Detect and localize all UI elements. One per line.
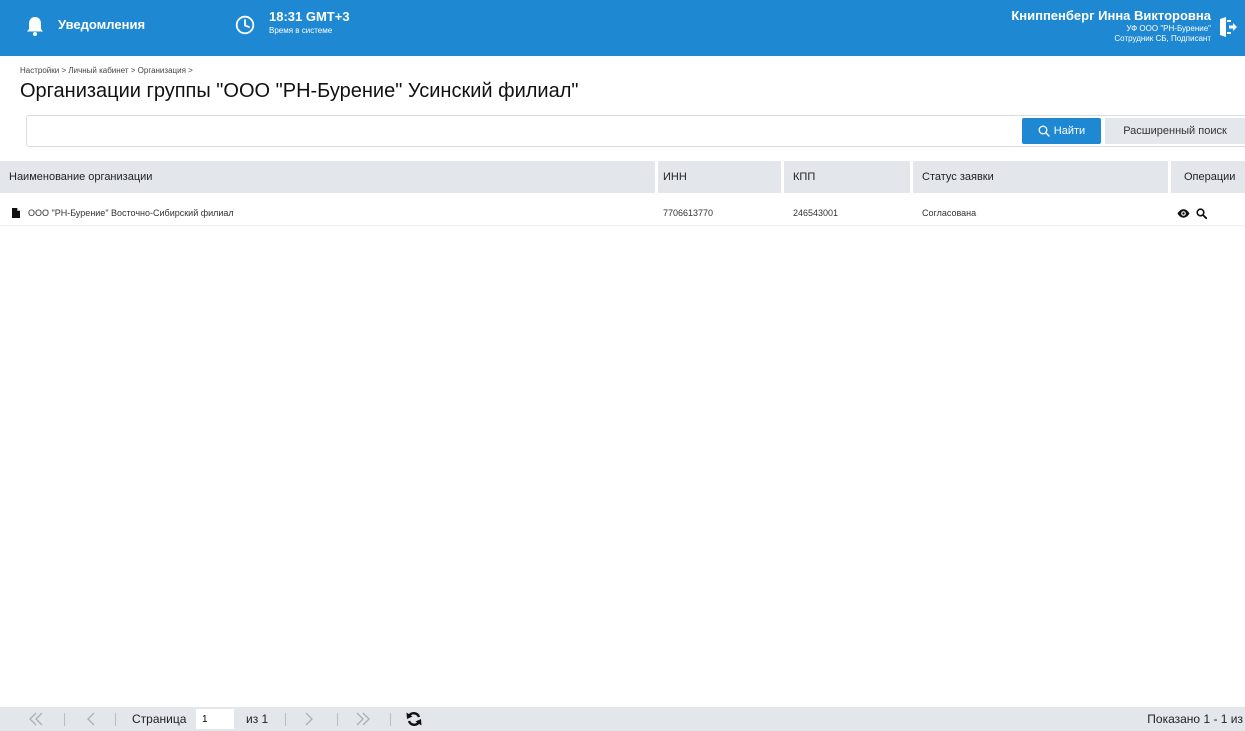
refresh-button[interactable] xyxy=(406,707,422,731)
cell-name: ООО "РН-Бурение" Восточно-Сибирский фили… xyxy=(12,201,234,225)
user-role: Сотрудник СБ, Подписант xyxy=(1114,34,1211,43)
advanced-search-button[interactable]: Расширенный поиск xyxy=(1105,118,1245,144)
table-row[interactable]: ООО "РН-Бурение" Восточно-Сибирский фили… xyxy=(0,201,1245,226)
pager-separator xyxy=(337,713,338,726)
system-time-value: 18:31 GMT+3 xyxy=(269,9,350,24)
top-bar: Уведомления 18:31 GMT+3 Время в системе … xyxy=(0,0,1245,56)
clock-icon xyxy=(235,15,255,35)
breadcrumb[interactable]: Настройки > Личный кабинет > Организация… xyxy=(20,66,193,75)
page-title: Организации группы "ООО "РН-Бурение" Уси… xyxy=(20,80,579,102)
user-name: Книппенберг Инна Викторовна xyxy=(1011,8,1211,23)
column-header-operations: Операции xyxy=(1184,171,1236,183)
pager-separator xyxy=(115,713,116,726)
last-page-button[interactable] xyxy=(355,707,371,731)
refresh-icon xyxy=(406,712,422,726)
chevron-right-icon xyxy=(305,712,313,726)
document-icon xyxy=(12,208,20,218)
notifications-button[interactable]: Уведомления xyxy=(26,10,145,36)
double-chevron-right-icon xyxy=(356,712,370,726)
shown-records-label: Показано 1 - 1 из xyxy=(1147,712,1243,726)
system-time-caption: Время в системе xyxy=(269,26,333,35)
search-icon xyxy=(1038,125,1050,137)
magnifier-icon[interactable] xyxy=(1196,207,1207,219)
bell-icon xyxy=(27,17,43,36)
system-time: 18:31 GMT+3 Время в системе xyxy=(235,9,350,37)
table-header: Наименование организации ИНН КПП Статус … xyxy=(0,161,1245,193)
organization-name: ООО "РН-Бурение" Восточно-Сибирский фили… xyxy=(28,208,234,218)
user-profile[interactable]: Книппенберг Инна Викторовна УФ ООО "РН-Б… xyxy=(1011,8,1211,44)
previous-page-button[interactable] xyxy=(86,707,96,731)
page-label: Страница xyxy=(132,712,187,726)
next-page-button[interactable] xyxy=(304,707,314,731)
cell-status: Согласована xyxy=(922,208,977,218)
chevron-left-icon xyxy=(87,712,95,726)
eye-icon[interactable] xyxy=(1177,208,1190,218)
advanced-search-label: Расширенный поиск xyxy=(1123,125,1227,137)
column-header-kpp[interactable]: КПП xyxy=(784,161,913,193)
pager-separator xyxy=(64,713,65,726)
notifications-label: Уведомления xyxy=(58,17,146,32)
column-header-inn[interactable]: ИНН xyxy=(654,161,784,193)
cell-inn: 7706613770 xyxy=(663,208,714,218)
double-chevron-left-icon xyxy=(29,712,43,726)
column-header-name[interactable]: Наименование организации xyxy=(0,161,658,193)
find-button-label: Найти xyxy=(1053,125,1086,137)
pager-separator xyxy=(285,713,286,726)
cell-operations xyxy=(1177,201,1207,225)
pagination-bar: Страница из 1 Показано 1 - 1 из xyxy=(0,707,1245,731)
cell-kpp: 246543001 xyxy=(793,208,839,218)
page-number-input[interactable] xyxy=(196,709,234,729)
page-input-wrap xyxy=(196,707,234,731)
find-button[interactable]: Найти xyxy=(1022,118,1101,144)
first-page-button[interactable] xyxy=(28,707,44,731)
pager-separator xyxy=(390,713,391,726)
column-header-status[interactable]: Статус заявки xyxy=(913,161,1171,193)
user-organization: УФ ООО "РН-Бурение" xyxy=(1126,24,1211,33)
logout-icon[interactable] xyxy=(1219,17,1237,37)
page-total: из 1 xyxy=(246,712,269,726)
